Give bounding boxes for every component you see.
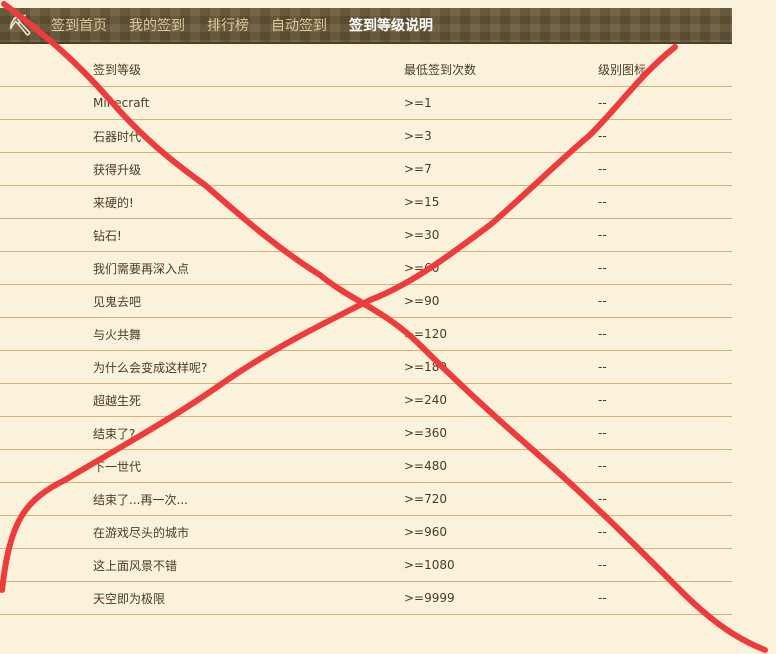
level-icon-value: -- xyxy=(598,449,732,483)
min-sign-count: >=960 xyxy=(404,515,598,549)
table-row: 钻石! >=30 -- xyxy=(0,218,732,252)
table-header-spacer xyxy=(0,53,93,87)
level-icon-value: -- xyxy=(598,185,732,219)
level-name: Minecraft xyxy=(93,86,404,120)
min-sign-count: >=15 xyxy=(404,185,598,219)
min-sign-count: >=1080 xyxy=(404,548,598,582)
sign-level-table: 签到等级 最低签到次数 级别图标 Minecraft >=1 -- 石器时代 >=3-… xyxy=(0,53,732,615)
min-sign-count: >=120 xyxy=(404,317,598,351)
level-icon-value: -- xyxy=(598,482,732,516)
level-name: 来硬的! xyxy=(93,185,404,219)
level-icon-value: -- xyxy=(598,350,732,384)
level-icon-value: -- xyxy=(598,317,732,351)
min-sign-count: >=180 xyxy=(404,350,598,384)
top-navigation: ⛏ 签到首页 我的签到 排行榜 自动签到 签到等级说明 xyxy=(0,8,732,44)
level-icon-value: -- xyxy=(598,86,732,120)
min-sign-count: >=7 xyxy=(404,152,598,186)
table-row: 我们需要再深入点 >=60 -- xyxy=(0,251,732,285)
table-row: 天空即为极限 >=9999 -- xyxy=(0,581,732,615)
level-name: 结束了...再一次... xyxy=(93,482,404,516)
minecraft-logo-icon[interactable]: ⛏ xyxy=(0,8,40,42)
min-sign-count: >=360 xyxy=(404,416,598,450)
level-name: 天空即为极限 xyxy=(93,581,404,615)
level-icon-value: -- xyxy=(598,383,732,417)
table-row: 这上面风景不错 >=1080 -- xyxy=(0,548,732,582)
level-icon-value: -- xyxy=(598,251,732,285)
level-name: 见鬼去吧 xyxy=(93,284,404,318)
level-name: 我们需要再深入点 xyxy=(93,251,404,285)
nav-sign-home[interactable]: 签到首页 xyxy=(40,8,118,42)
table-row: 结束了...再一次... >=720 -- xyxy=(0,482,732,516)
table-row: 石器时代 >=3 -- xyxy=(0,119,732,153)
nav-auto-sign[interactable]: 自动签到 xyxy=(260,8,338,42)
level-icon-value: -- xyxy=(598,515,732,549)
level-icon-value: -- xyxy=(598,416,732,450)
table-row: Minecraft >=1 -- xyxy=(0,86,732,120)
header-sign-level: 签到等级 xyxy=(93,53,404,87)
level-name: 结束了? xyxy=(93,416,404,450)
header-level-icon: 级别图标 xyxy=(598,53,732,87)
table-row: 结束了? >=360 -- xyxy=(0,416,732,450)
min-sign-count: >=9999 xyxy=(404,581,598,615)
min-sign-count: >=240 xyxy=(404,383,598,417)
nav-ranking[interactable]: 排行榜 xyxy=(196,8,260,42)
table-row: 为什么会变成这样呢? >=180 -- xyxy=(0,350,732,384)
min-sign-count: >=720 xyxy=(404,482,598,516)
table-row: 超越生死 >=240 -- xyxy=(0,383,732,417)
level-name: 与火共舞 xyxy=(93,317,404,351)
level-icon-value: -- xyxy=(598,152,732,186)
table-row: 见鬼去吧 >=90 -- xyxy=(0,284,732,318)
min-sign-count: >=30 xyxy=(404,218,598,252)
level-name: 这上面风景不错 xyxy=(93,548,404,582)
level-icon-value: -- xyxy=(598,284,732,318)
min-sign-count: >=3 xyxy=(404,119,598,153)
table-row: 来硬的! >=15 -- xyxy=(0,185,732,219)
level-name: 超越生死 xyxy=(93,383,404,417)
level-icon-value: -- xyxy=(598,218,732,252)
sign-level-table-wrapper: 签到等级 最低签到次数 级别图标 Minecraft >=1 -- 石器时代 >=3-… xyxy=(0,53,732,615)
level-name: 在游戏尽头的城市 xyxy=(93,515,404,549)
table-row: 在游戏尽头的城市 >=960 -- xyxy=(0,515,732,549)
level-icon-value: -- xyxy=(598,548,732,582)
table-row: 下一世代 >=480 -- xyxy=(0,449,732,483)
level-name: 获得升级 xyxy=(93,152,404,186)
level-name: 下一世代 xyxy=(93,449,404,483)
table-row: 获得升级 >=7 -- xyxy=(0,152,732,186)
min-sign-count: >=1 xyxy=(404,86,598,120)
level-name: 为什么会变成这样呢? xyxy=(93,350,404,384)
header-min-sign-count: 最低签到次数 xyxy=(404,53,598,87)
nav-my-sign[interactable]: 我的签到 xyxy=(118,8,196,42)
level-icon-value: -- xyxy=(598,119,732,153)
table-row: 与火共舞 >=120 -- xyxy=(0,317,732,351)
min-sign-count: >=480 xyxy=(404,449,598,483)
page: ⛏ 签到首页 我的签到 排行榜 自动签到 签到等级说明 签到等级 最低签到次数 … xyxy=(0,0,776,654)
level-name: 钻石! xyxy=(93,218,404,252)
table-header-row: 签到等级 最低签到次数 级别图标 xyxy=(0,53,732,87)
nav-sign-level-description[interactable]: 签到等级说明 xyxy=(338,8,444,42)
level-name: 石器时代 xyxy=(93,119,404,153)
min-sign-count: >=60 xyxy=(404,251,598,285)
min-sign-count: >=90 xyxy=(404,284,598,318)
level-icon-value: -- xyxy=(598,581,732,615)
